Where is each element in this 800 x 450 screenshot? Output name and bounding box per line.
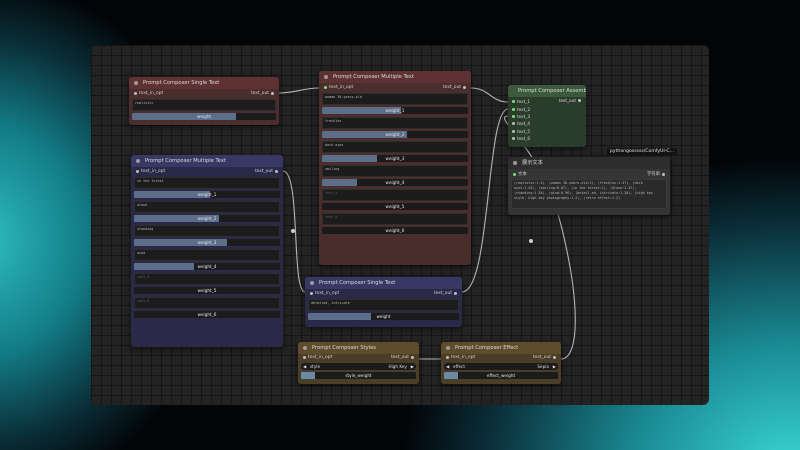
weight-slider-1[interactable]: weight_1 (134, 191, 280, 198)
text-input-5[interactable]: text_5 (134, 273, 280, 285)
weight-slider-5[interactable]: weight_5 (134, 287, 280, 294)
node-title[interactable]: Prompt Composer Multiple Text (319, 71, 471, 83)
weight-slider-1[interactable]: weight_1 (322, 107, 468, 114)
collapse-dot-icon[interactable] (303, 346, 307, 350)
input-pin-icon[interactable] (512, 107, 515, 111)
node-title[interactable]: Prompt Composer Single Text (305, 277, 462, 289)
collapse-dot-icon[interactable] (310, 281, 314, 285)
effect-weight-slider[interactable]: effect_weight (444, 372, 558, 379)
style-weight-slider[interactable]: style_weight (301, 372, 416, 379)
collapse-dot-icon[interactable] (134, 81, 138, 85)
arrow-right-icon[interactable]: ▶ (411, 363, 414, 370)
input-pin-icon[interactable] (324, 86, 327, 89)
input-pin-icon[interactable] (512, 114, 515, 118)
weight-slider-6[interactable]: weight_6 (134, 311, 280, 318)
collapse-dot-icon[interactable] (324, 75, 328, 79)
weight-slider[interactable]: weight (308, 313, 459, 320)
text-input-3[interactable]: dark eyes (322, 141, 468, 153)
text-input-4[interactable]: wind (134, 249, 280, 261)
effect-combo[interactable]: ◀ effect Sepia ▶ (444, 363, 558, 370)
output-pin-icon[interactable] (662, 172, 665, 176)
output-pin-icon[interactable] (463, 86, 466, 89)
input-pin-icon[interactable] (513, 172, 516, 176)
node-source-tooltip: pythongosssss/ComfyUI-C... (607, 148, 678, 155)
text-input-4[interactable]: smiling (322, 165, 468, 177)
input-pin-icon[interactable] (310, 292, 313, 295)
output-pin-icon[interactable] (411, 356, 414, 359)
weight-slider[interactable]: weight (132, 113, 276, 120)
arrow-left-icon[interactable]: ◀ (446, 363, 449, 370)
collapse-dot-icon[interactable] (513, 161, 517, 165)
node-styles[interactable]: Prompt Composer Styles text_in_opt text_… (298, 342, 419, 384)
style-combo[interactable]: ◀ style High Key ▶ (301, 363, 416, 370)
text-input-1[interactable]: woman 30-years-old (322, 93, 468, 105)
weight-slider-5[interactable]: weight_5 (322, 203, 468, 210)
node-multiple-text-red[interactable]: Prompt Composer Multiple Text text_in_op… (319, 71, 471, 265)
output-pin-icon[interactable] (275, 170, 278, 173)
arrow-left-icon[interactable]: ◀ (303, 363, 306, 370)
output-pin-icon[interactable] (454, 292, 457, 295)
text-input-3[interactable]: standing (134, 225, 280, 237)
text-input-1[interactable]: in the forest (134, 177, 280, 189)
node-title[interactable]: 展示文本 (508, 157, 670, 169)
weight-slider-2[interactable]: weight_2 (322, 131, 468, 138)
input-pin-icon[interactable] (512, 100, 515, 104)
display-text-area[interactable]: (realistic:1.4), (woman 30-years-old:1),… (511, 179, 667, 209)
text-input-6[interactable]: text_6 (322, 213, 468, 225)
node-effect[interactable]: Prompt Composer Effect text_in_opt text_… (441, 342, 561, 384)
node-single-text-top[interactable]: Prompt Composer Single Text text_in_opt … (129, 77, 279, 125)
node-assembler[interactable]: Prompt Composer Assembler text_out text_… (508, 85, 586, 147)
input-pin-icon[interactable] (303, 356, 306, 359)
weight-slider-3[interactable]: weight_3 (134, 239, 280, 246)
output-pin-icon[interactable] (553, 356, 556, 359)
text-input-5[interactable]: text_5 (322, 189, 468, 201)
text-input-6[interactable]: text_6 (134, 297, 280, 309)
wire-effect-to-assembler (504, 115, 576, 360)
text-input-2[interactable]: alone (134, 201, 280, 213)
input-pin-icon[interactable] (136, 170, 139, 173)
output-pin-icon[interactable] (578, 99, 581, 102)
text-input[interactable]: detailed, intricate (308, 299, 459, 311)
collapse-dot-icon[interactable] (136, 159, 140, 163)
input-pin-icon[interactable] (512, 129, 515, 133)
input-pin-icon[interactable] (134, 92, 137, 95)
wire-single-to-multi (278, 87, 320, 94)
node-display-text[interactable]: 展示文本 文本 字符串 (realistic:1.4), (woman 30-y… (508, 157, 670, 215)
weight-slider-4[interactable]: weight_4 (322, 179, 468, 186)
arrow-right-icon[interactable]: ▶ (553, 363, 556, 370)
text-input[interactable]: realistic (132, 99, 276, 111)
weight-slider-4[interactable]: weight_4 (134, 263, 280, 270)
input-pin-icon[interactable] (512, 122, 515, 126)
node-multiple-text-blue[interactable]: Prompt Composer Multiple Text text_in_op… (131, 155, 283, 347)
node-title[interactable]: Prompt Composer Single Text (129, 77, 279, 89)
output-pin-icon[interactable] (271, 92, 274, 95)
wire-multi-to-assembler (470, 87, 509, 103)
node-title[interactable]: Prompt Composer Multiple Text (131, 155, 283, 167)
node-single-text-bottom[interactable]: Prompt Composer Single Text text_in_opt … (305, 277, 462, 327)
input-pin-icon[interactable] (512, 137, 515, 141)
node-title[interactable]: Prompt Composer Styles (298, 342, 419, 354)
node-title[interactable]: Prompt Composer Effect (441, 342, 561, 354)
weight-slider-3[interactable]: weight_3 (322, 155, 468, 162)
weight-slider-2[interactable]: weight_2 (134, 215, 280, 222)
node-canvas[interactable]: Prompt Composer Single Text text_in_opt … (91, 45, 709, 405)
weight-slider-6[interactable]: weight_6 (322, 227, 468, 234)
node-title[interactable]: Prompt Composer Assembler (508, 85, 586, 97)
input-pin-icon[interactable] (446, 356, 449, 359)
collapse-dot-icon[interactable] (446, 346, 450, 350)
text-input-2[interactable]: freckles (322, 117, 468, 129)
